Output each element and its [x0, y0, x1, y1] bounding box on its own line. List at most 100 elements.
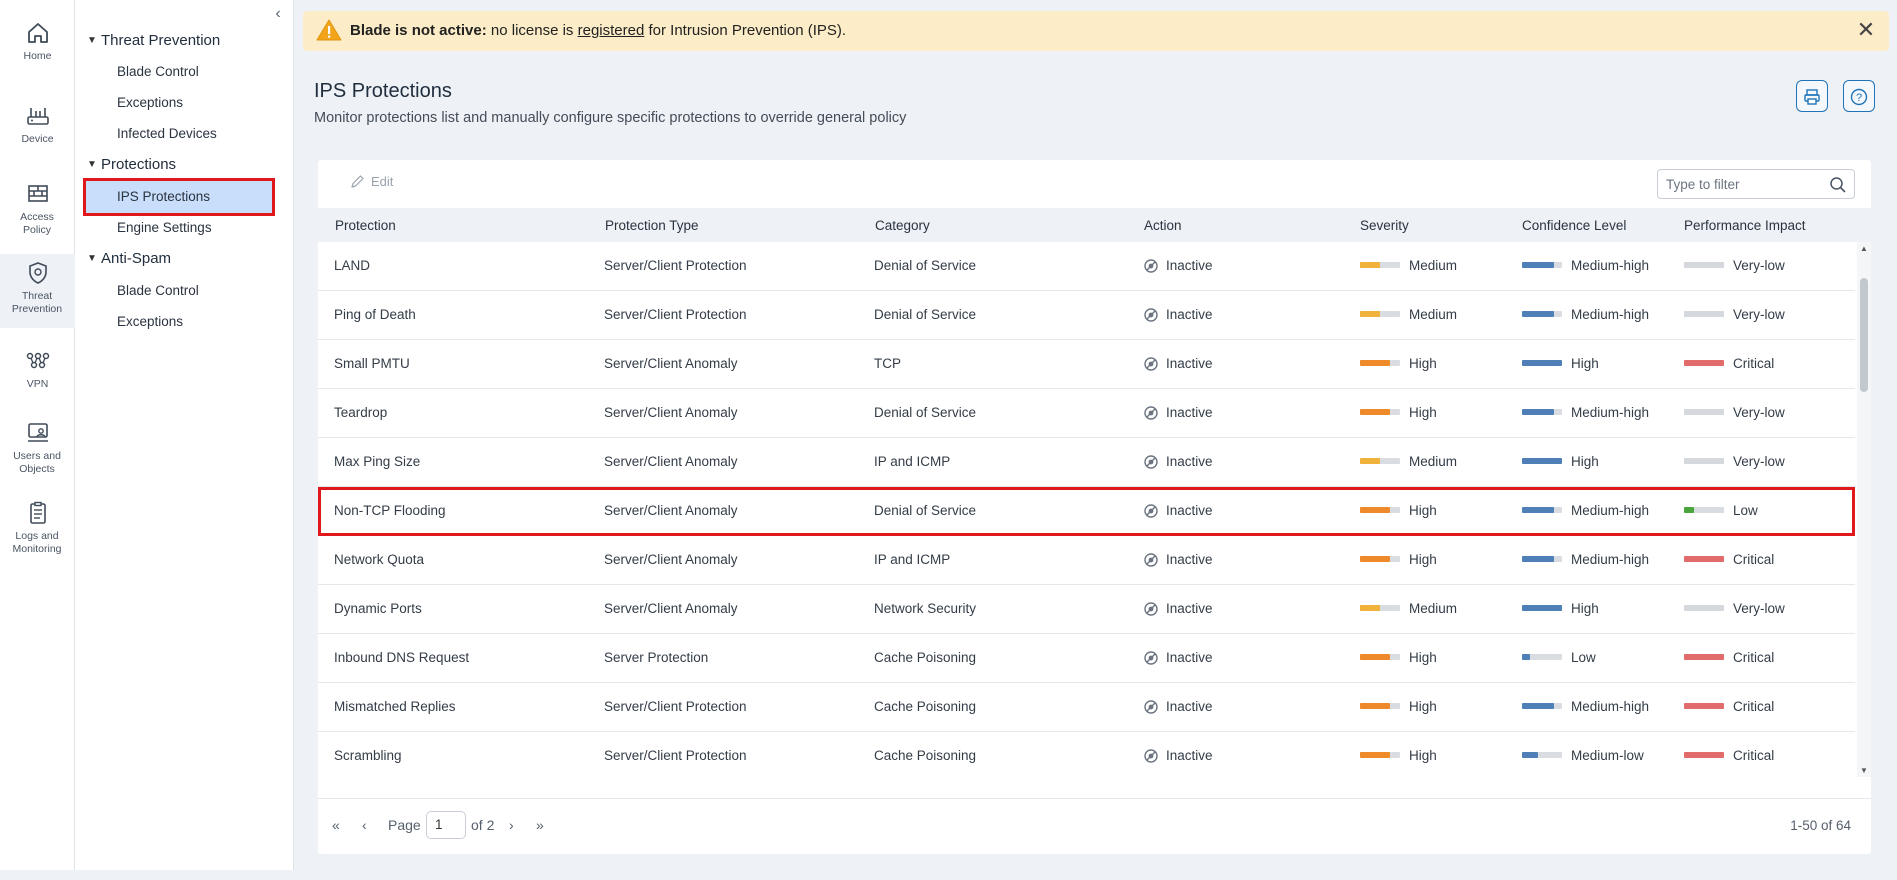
- confidence-meter-fill: [1522, 605, 1562, 611]
- cell-category: Cache Poisoning: [874, 650, 976, 665]
- category: Denial of Service: [874, 258, 977, 273]
- cell-performance-impact: Very-low: [1684, 258, 1785, 273]
- impact-meter: [1684, 409, 1724, 415]
- impact-meter: [1684, 360, 1724, 366]
- severity-value: Medium: [1409, 307, 1458, 322]
- tree-item-ips-protections[interactable]: IPS Protections: [83, 178, 275, 216]
- cell-action: Inactive: [1144, 699, 1213, 714]
- confidence-value: Medium-high: [1571, 258, 1650, 273]
- impact-meter-fill: [1684, 654, 1724, 660]
- rail-item-logs-monitoring[interactable]: Logs and Monitoring: [0, 500, 75, 556]
- table-row[interactable]: Max Ping Size Server/Client Anomaly IP and…: [318, 438, 1855, 487]
- rail-item-device[interactable]: Device: [0, 103, 75, 146]
- column-header-protection-type[interactable]: Protection Type: [605, 218, 699, 233]
- table-row[interactable]: Network Quota Server/Client Anomaly IP and…: [318, 536, 1855, 585]
- filter-input[interactable]: [1666, 174, 1826, 194]
- severity-meter-fill: [1360, 703, 1390, 709]
- table-row[interactable]: Dynamic Ports Server/Client Anomaly Networ…: [318, 585, 1855, 634]
- column-header-performance-impact[interactable]: Performance Impact: [1684, 218, 1806, 233]
- cell-performance-impact: Very-low: [1684, 307, 1785, 322]
- table-row[interactable]: LAND Server/Client Protection Denial of Se…: [318, 242, 1855, 291]
- tree-group-protections[interactable]: ▼ Protections: [87, 156, 176, 173]
- inactive-icon: [1144, 357, 1158, 371]
- severity-meter-fill: [1360, 654, 1390, 660]
- table-scrollbar[interactable]: ▲ ▼: [1857, 242, 1871, 777]
- tree-item-exceptions[interactable]: Exceptions: [117, 95, 183, 110]
- tree-item-blade-control[interactable]: Blade Control: [117, 283, 199, 298]
- impact-value: Low: [1733, 503, 1758, 518]
- scroll-up-arrow-icon[interactable]: ▲: [1859, 244, 1869, 253]
- category: Cache Poisoning: [874, 748, 977, 763]
- cell-protection: LAND: [334, 258, 370, 273]
- rail-item-home[interactable]: Home: [0, 20, 75, 63]
- cell-protection: Non-TCP Flooding: [334, 503, 446, 518]
- severity-value: High: [1409, 356, 1437, 371]
- table-row[interactable]: Mismatched Replies Server/Client Protecti…: [318, 683, 1855, 732]
- registered-link[interactable]: registered: [578, 22, 645, 39]
- tree-item-engine-settings[interactable]: Engine Settings: [117, 220, 212, 235]
- rail-item-users-objects[interactable]: Users and Objects: [0, 420, 75, 476]
- cell-category: Denial of Service: [874, 503, 976, 518]
- rail-item-threat-prevention[interactable]: Threat Prevention: [0, 254, 75, 328]
- inactive-icon: [1144, 406, 1158, 420]
- app-root: Home Device Access Policy Threat Prevent…: [0, 0, 1897, 880]
- column-header-severity[interactable]: Severity: [1360, 218, 1409, 233]
- search-icon[interactable]: [1829, 176, 1847, 194]
- table-row[interactable]: Scrambling Server/Client Protection Cache …: [318, 732, 1855, 777]
- column-header-confidence-level[interactable]: Confidence Level: [1522, 218, 1626, 233]
- table-row[interactable]: Non-TCP Flooding Server/Client Anomaly Den…: [318, 487, 1855, 536]
- print-button[interactable]: [1796, 80, 1828, 112]
- column-header-protection[interactable]: Protection: [335, 218, 396, 233]
- cell-confidence-level: Medium-low: [1522, 748, 1644, 763]
- collapse-panel-button[interactable]: ‹: [269, 6, 287, 24]
- confidence-meter: [1522, 409, 1562, 415]
- rail-item-access-policy[interactable]: Access Policy: [0, 181, 75, 237]
- last-page-button[interactable]: »: [536, 817, 544, 833]
- cell-protection-type: Server/Client Protection: [604, 748, 747, 763]
- first-page-button[interactable]: «: [332, 817, 340, 833]
- page-number-input[interactable]: 1: [426, 811, 466, 839]
- column-header-category[interactable]: Category: [875, 218, 930, 233]
- edit-button[interactable]: Edit: [350, 174, 393, 189]
- action-value: Inactive: [1166, 552, 1213, 567]
- scrollbar-thumb[interactable]: [1860, 278, 1868, 392]
- cell-action: Inactive: [1144, 454, 1213, 469]
- page-of-label: of 2: [471, 817, 495, 833]
- help-button[interactable]: ?: [1843, 80, 1875, 112]
- caret-down-icon: ▼: [87, 253, 97, 264]
- severity-meter-fill: [1360, 360, 1390, 366]
- table-row[interactable]: Teardrop Server/Client Anomaly Denial of S…: [318, 389, 1855, 438]
- severity-value: High: [1409, 503, 1437, 518]
- cell-protection: Ping of Death: [334, 307, 416, 322]
- confidence-value: Low: [1571, 650, 1596, 665]
- confidence-meter: [1522, 360, 1562, 366]
- scroll-down-arrow-icon[interactable]: ▼: [1859, 766, 1869, 775]
- tree-group-anti-spam[interactable]: ▼ Anti-Spam: [87, 250, 171, 267]
- impact-meter: [1684, 262, 1724, 268]
- confidence-value: High: [1571, 356, 1599, 371]
- next-page-button[interactable]: ›: [509, 817, 514, 833]
- confidence-meter: [1522, 703, 1562, 709]
- tree-item-exceptions[interactable]: Exceptions: [117, 314, 183, 329]
- severity-meter: [1360, 311, 1400, 317]
- table-row[interactable]: Inbound DNS Request Server Protection Cach…: [318, 634, 1855, 683]
- tree-group-threat-prevention[interactable]: ▼ Threat Prevention: [87, 32, 220, 49]
- previous-page-button[interactable]: ‹: [362, 817, 367, 833]
- cell-severity: Medium: [1360, 307, 1457, 322]
- cell-severity: High: [1360, 650, 1437, 665]
- protection-type: Server/Client Protection: [604, 307, 747, 322]
- rail-item-vpn[interactable]: VPN: [0, 348, 75, 391]
- protection-name: Dynamic Ports: [334, 601, 422, 616]
- column-header-action[interactable]: Action: [1144, 218, 1182, 233]
- inactive-icon: [1144, 700, 1158, 714]
- impact-meter: [1684, 458, 1724, 464]
- table-row[interactable]: Ping of Death Server/Client Protection Den…: [318, 291, 1855, 340]
- banner-close-button[interactable]: ✕: [1853, 18, 1879, 44]
- table-row[interactable]: Small PMTU Server/Client Anomaly TCP Inacti…: [318, 340, 1855, 389]
- vpn-icon: [26, 352, 49, 369]
- tree-item-blade-control[interactable]: Blade Control: [117, 64, 199, 79]
- cell-severity: Medium: [1360, 454, 1457, 469]
- filter-box[interactable]: [1657, 169, 1855, 199]
- home-icon: [27, 23, 48, 43]
- tree-item-infected-devices[interactable]: Infected Devices: [117, 126, 217, 141]
